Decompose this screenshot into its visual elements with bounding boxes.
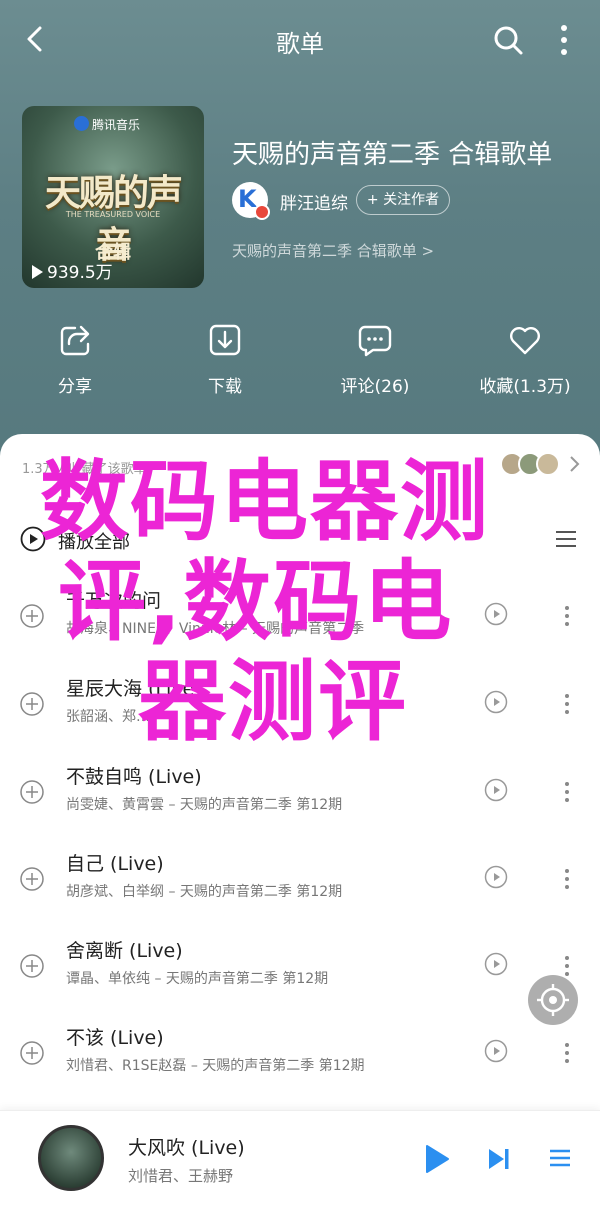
- add-song-icon[interactable]: [20, 780, 44, 804]
- favorite-label: 收藏(1.3万): [479, 377, 571, 397]
- cover-show-subtitle: THE TREASURED VOICE: [65, 210, 161, 219]
- song-title: 星辰大海 (Live): [66, 678, 202, 700]
- download-label: 下载: [208, 377, 242, 397]
- song-meta: 张韶涵、郑…: [66, 709, 150, 725]
- song-row[interactable]: 自己 (Live) 胡彦斌、白举纲 – 天赐的声音第二季 第12期: [0, 841, 600, 921]
- next-track-icon[interactable]: [486, 1146, 512, 1172]
- favorite-action[interactable]: 收藏(1.3万): [450, 322, 600, 397]
- collector-avatars[interactable]: [500, 452, 580, 478]
- download-icon: [209, 324, 241, 356]
- now-playing-cover[interactable]: [38, 1125, 104, 1191]
- song-more-icon[interactable]: [560, 867, 574, 891]
- collector-avatar: [536, 452, 560, 476]
- mini-player[interactable]: 大风吹 (Live) 刘惜君、王赫野: [0, 1110, 600, 1210]
- mv-play-icon[interactable]: [484, 1039, 508, 1063]
- download-action[interactable]: 下载: [150, 322, 300, 397]
- mv-play-icon[interactable]: [484, 602, 508, 626]
- song-title: 千万次的问: [66, 590, 162, 612]
- add-song-icon[interactable]: [20, 954, 44, 978]
- tencent-music-logo-icon: [74, 116, 89, 131]
- play-count: 939.5万: [32, 258, 113, 283]
- song-row[interactable]: 千万次的问 胡海泉、NINE0、Vinnie林 – 天赐的声音第二季: [0, 578, 600, 658]
- add-song-icon[interactable]: [20, 692, 44, 716]
- playlist-title: 天赐的声音第二季 合辑歌单: [232, 140, 553, 170]
- comment-icon: [358, 325, 392, 357]
- play-all-label: 播放全部: [58, 532, 130, 553]
- play-count-icon: [32, 265, 43, 279]
- more-vertical-icon[interactable]: [554, 22, 574, 58]
- multi-select-list-icon[interactable]: [554, 528, 578, 550]
- locate-current-song-button[interactable]: [528, 975, 578, 1025]
- song-more-icon[interactable]: [560, 692, 574, 716]
- mv-play-icon[interactable]: [484, 865, 508, 889]
- share-action[interactable]: 分享: [0, 322, 150, 397]
- share-icon: [60, 325, 90, 356]
- song-meta: 刘惜君、R1SE赵磊 – 天赐的声音第二季 第12期: [66, 1058, 365, 1074]
- song-row[interactable]: 舍离断 (Live) 谭晶、单依纯 – 天赐的声音第二季 第12期: [0, 928, 600, 1008]
- mv-play-icon[interactable]: [484, 952, 508, 976]
- add-song-icon[interactable]: [20, 867, 44, 891]
- song-meta: 胡彦斌、白举纲 – 天赐的声音第二季 第12期: [66, 884, 343, 900]
- song-meta: 谭晶、单依纯 – 天赐的声音第二季 第12期: [66, 971, 329, 987]
- chevron-right-icon: [570, 456, 580, 472]
- add-song-icon[interactable]: [20, 1041, 44, 1065]
- collect-count-text: 1.3万人收藏了该歌单: [22, 462, 147, 477]
- song-more-icon[interactable]: [560, 780, 574, 804]
- heart-icon: [510, 327, 540, 355]
- song-title: 舍离断 (Live): [66, 940, 183, 962]
- share-label: 分享: [58, 377, 92, 397]
- playlist-queue-icon[interactable]: [548, 1146, 572, 1170]
- locate-icon: [537, 984, 569, 1016]
- playlist-description[interactable]: 天赐的声音第二季 合辑歌单 >: [232, 240, 434, 261]
- comment-label: 评论(26): [340, 377, 410, 397]
- playlist-cover[interactable]: 腾讯音乐 天赐的声音 THE TREASURED VOICE 合辑 939.5万: [22, 106, 204, 288]
- song-row[interactable]: 不鼓自鸣 (Live) 尚雯婕、黄霄雲 – 天赐的声音第二季 第12期: [0, 754, 600, 834]
- mv-play-icon[interactable]: [484, 778, 508, 802]
- song-more-icon[interactable]: [560, 604, 574, 628]
- play-all-icon: [20, 526, 46, 552]
- song-row[interactable]: 星辰大海 (Live) 张韶涵、郑…: [0, 666, 600, 746]
- song-more-icon[interactable]: [560, 1041, 574, 1065]
- song-title: 自己 (Live): [66, 853, 164, 875]
- song-meta: 胡海泉、NINE0、Vinnie林 – 天赐的声音第二季: [66, 621, 365, 637]
- play-icon[interactable]: [424, 1144, 450, 1174]
- now-playing-artist: 刘惜君、王赫野: [128, 1167, 234, 1185]
- top-bar: 歌单: [0, 0, 600, 80]
- play-count-value: 939.5万: [47, 263, 113, 283]
- mv-play-icon[interactable]: [484, 690, 508, 714]
- song-row[interactable]: 不该 (Live) 刘惜君、R1SE赵磊 – 天赐的声音第二季 第12期: [0, 1015, 600, 1095]
- song-title: 不该 (Live): [66, 1027, 164, 1049]
- search-icon[interactable]: [492, 24, 524, 56]
- add-song-icon[interactable]: [20, 604, 44, 628]
- comment-action[interactable]: 评论(26): [300, 322, 450, 397]
- follow-author-button[interactable]: + 关注作者: [356, 185, 450, 215]
- play-all-row[interactable]: 播放全部: [0, 514, 600, 564]
- action-bar: 分享 下载 评论(26) 收藏(1.3万): [0, 322, 600, 402]
- song-meta: 尚雯婕、黄霄雲 – 天赐的声音第二季 第12期: [66, 797, 343, 813]
- verified-badge-icon: [254, 204, 270, 220]
- song-title: 不鼓自鸣 (Live): [66, 766, 202, 788]
- cover-brand: 腾讯音乐: [92, 118, 141, 132]
- creator-avatar[interactable]: K: [232, 182, 270, 220]
- now-playing-title: 大风吹 (Live): [128, 1137, 245, 1159]
- creator-name[interactable]: 胖汪追综: [280, 189, 348, 214]
